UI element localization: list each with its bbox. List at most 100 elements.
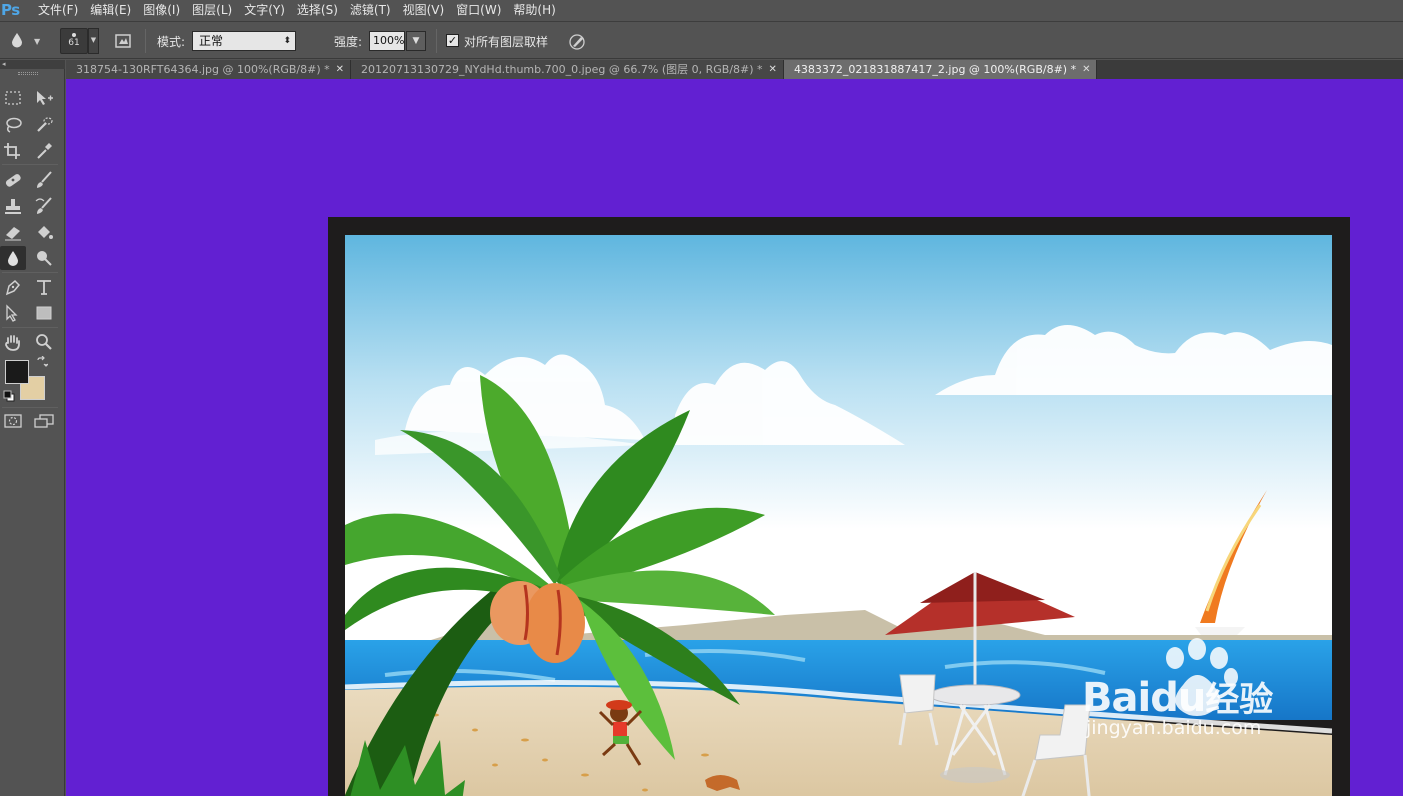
swap-colors-icon[interactable]: [36, 355, 49, 368]
paint-bucket-tool[interactable]: [31, 220, 57, 244]
chevron-down-icon: ▼: [412, 36, 420, 46]
marquee-icon: [5, 91, 21, 105]
screen-mode-icon: [34, 414, 54, 428]
document-tab-active[interactable]: 4383372_021831887417_2.jpg @ 100%(RGB/8#…: [783, 60, 1098, 79]
brush-panel-icon: [115, 34, 131, 48]
panel-grip-handle[interactable]: [18, 72, 38, 75]
separator: [2, 327, 58, 328]
document-canvas[interactable]: Baidu经验 jingyan.baidu.com: [328, 217, 1350, 796]
rectangle-icon: [36, 306, 52, 320]
brush-preset-dropdown[interactable]: ▼: [88, 28, 99, 54]
sample-all-layers-checkbox[interactable]: ✓: [446, 34, 459, 47]
history-brush-tool[interactable]: [31, 194, 57, 218]
mode-label: 模式:: [157, 35, 186, 49]
water-drop-icon: [8, 251, 18, 266]
strength-slider-button[interactable]: ▼: [406, 31, 426, 51]
tab-title: 20120713130729_NYdHd.thumb.700_0.jpeg @ …: [361, 62, 763, 76]
quick-selection-icon: [37, 117, 53, 132]
blur-drop-icon: [10, 32, 24, 51]
history-brush-icon: [35, 197, 52, 214]
rectangle-tool[interactable]: [31, 301, 57, 325]
menu-type[interactable]: 文字(Y): [238, 0, 291, 22]
menu-select[interactable]: 选择(S): [291, 0, 344, 22]
updown-arrows-icon: ⬍: [283, 36, 291, 46]
path-selection-tool[interactable]: [0, 301, 26, 325]
tab-title: 4383372_021831887417_2.jpg @ 100%(RGB/8#…: [793, 62, 1077, 76]
menu-image[interactable]: 图像(I): [137, 0, 186, 22]
separator: [436, 29, 437, 53]
path-selection-icon: [6, 304, 18, 322]
sample-all-layers-label[interactable]: 对所有图层取样: [464, 33, 548, 50]
menu-file[interactable]: 文件(F): [32, 0, 84, 22]
dodge-tool[interactable]: [31, 246, 57, 270]
quick-mask-icon: [4, 414, 22, 428]
tool-preset-picker[interactable]: ▼: [10, 31, 50, 51]
canvas-workspace[interactable]: Baidu经验 jingyan.baidu.com: [66, 79, 1403, 796]
tools-panel: ◂: [0, 60, 65, 796]
menu-help[interactable]: 帮助(H): [507, 0, 561, 22]
zoom-tool[interactable]: [31, 330, 57, 354]
pen-icon: [5, 279, 21, 296]
chevron-down-icon: ▼: [90, 36, 97, 44]
options-bar: ▼ 61 ▼ 模式: 正常 ⬍ 强度: 100% ▼ ✓ 对所有图层取样: [0, 23, 1403, 59]
separator: [2, 164, 58, 165]
collapse-panel-button[interactable]: ◂: [0, 60, 65, 69]
default-colors-icon[interactable]: [3, 390, 15, 402]
move-icon: [37, 91, 53, 105]
menu-window[interactable]: 窗口(W): [450, 0, 507, 22]
menu-view[interactable]: 视图(V): [397, 0, 451, 22]
eyedropper-tool[interactable]: [31, 139, 57, 163]
close-icon[interactable]: ✕: [1082, 61, 1090, 79]
beach-illustration[interactable]: Baidu经验 jingyan.baidu.com: [345, 235, 1332, 796]
close-icon[interactable]: ✕: [336, 61, 344, 79]
pressure-button[interactable]: [566, 31, 588, 53]
separator: [145, 29, 146, 53]
dodge-icon: [37, 251, 52, 266]
magnifier-icon: [36, 334, 52, 350]
watermark-text: Baidu经验 jingyan.baidu.com: [1082, 672, 1332, 739]
document-tab[interactable]: 20120713130729_NYdHd.thumb.700_0.jpeg @ …: [351, 60, 784, 79]
strength-input[interactable]: 100%: [369, 31, 405, 51]
screen-mode-tool[interactable]: [31, 409, 57, 433]
foreground-color-swatch[interactable]: [5, 360, 29, 384]
hand-icon: [5, 335, 20, 351]
rectangular-marquee-tool[interactable]: [0, 86, 26, 110]
type-icon: [37, 280, 51, 295]
tab-title: 318754-130RFT64364.jpg @ 100%(RGB/8#) *: [76, 62, 330, 76]
brush-size-value: 61: [68, 38, 80, 48]
blur-tool[interactable]: [0, 246, 26, 270]
bandage-icon: [5, 174, 21, 187]
document-tab[interactable]: 318754-130RFT64364.jpg @ 100%(RGB/8#) * …: [66, 60, 352, 79]
checkmark-icon: ✓: [447, 34, 458, 47]
brush-preset-preview[interactable]: 61: [60, 28, 88, 54]
eraser-icon: [5, 227, 21, 241]
eraser-tool[interactable]: [0, 220, 26, 244]
separator: [2, 407, 58, 408]
quick-selection-tool[interactable]: [31, 113, 57, 137]
spot-healing-brush-tool[interactable]: [0, 168, 26, 192]
quick-mask-tool[interactable]: [0, 409, 26, 433]
hand-tool[interactable]: [0, 330, 26, 354]
pen-tool[interactable]: [0, 275, 26, 299]
close-icon[interactable]: ✕: [769, 61, 777, 79]
chevron-down-icon: ▼: [34, 36, 41, 46]
toggle-brush-panel-button[interactable]: [113, 31, 133, 51]
menu-filter[interactable]: 滤镜(T): [344, 0, 397, 22]
watermark-url: jingyan.baidu.com: [1086, 717, 1262, 739]
menu-bar: Ps 文件(F) 编辑(E) 图像(I) 图层(L) 文字(Y) 选择(S) 滤…: [0, 0, 1403, 22]
type-tool[interactable]: [31, 275, 57, 299]
menu-edit[interactable]: 编辑(E): [84, 0, 137, 22]
crop-tool[interactable]: [0, 139, 26, 163]
brush-tool[interactable]: [31, 168, 57, 192]
stamp-icon: [5, 199, 21, 214]
stylus-pressure-icon: [569, 34, 585, 50]
strength-label: 强度:: [334, 35, 363, 49]
separator: [2, 272, 58, 273]
clone-stamp-tool[interactable]: [0, 194, 26, 218]
mode-select[interactable]: 正常 ⬍: [192, 31, 296, 51]
move-tool[interactable]: [31, 86, 57, 110]
lasso-tool[interactable]: [0, 113, 26, 137]
watermark-brand-cn: 经验: [1205, 680, 1274, 720]
brush-tip-icon: [72, 33, 76, 37]
menu-layer[interactable]: 图层(L): [186, 0, 238, 22]
